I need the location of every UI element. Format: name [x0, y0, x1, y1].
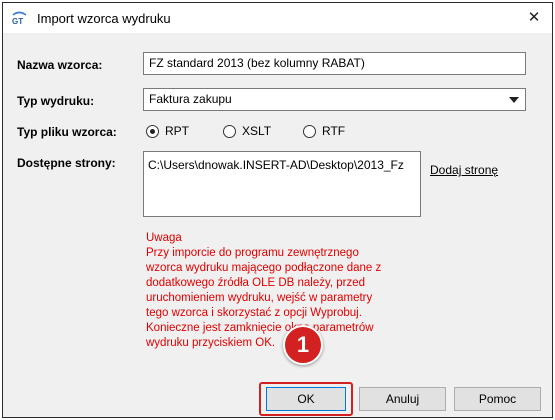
radio-rtf[interactable]: RTF	[303, 124, 345, 138]
radio-rtf-label: RTF	[322, 124, 346, 138]
warning-line: tego wzorca i skorzystać z opcji Wyprobu…	[146, 307, 362, 319]
radio-unchecked-icon	[223, 124, 236, 138]
help-button[interactable]: Pomoc	[454, 387, 541, 411]
close-button[interactable]: ✕	[522, 7, 546, 29]
warning-message: Uwaga Przy imporcie do programu zewnętrz…	[146, 231, 381, 351]
warning-line: wydruku przyciskiem OK.	[146, 337, 276, 349]
name-label: Nazwa wzorca:	[17, 58, 103, 72]
print-type-value: Faktura zakupu	[149, 92, 232, 106]
cancel-button[interactable]: Anuluj	[359, 387, 446, 411]
radio-xslt-label: XSLT	[242, 124, 272, 138]
warning-line: Konieczne jest zamknięcie okna parametró…	[146, 322, 374, 334]
name-input[interactable]: FZ standard 2013 (bez kolumny RABAT)	[143, 52, 526, 75]
print-type-select[interactable]: Faktura zakupu	[143, 88, 526, 111]
ok-button[interactable]: OK	[266, 387, 346, 411]
button-bar: OK Anuluj Pomoc	[3, 377, 552, 417]
radio-checked-icon	[146, 124, 159, 138]
svg-text:GT: GT	[12, 17, 23, 25]
pages-label: Dostępne strony:	[17, 156, 116, 170]
radio-rpt[interactable]: RPT	[146, 124, 189, 138]
import-dialog: GT Import wzorca wydruku ✕ Nazwa wzorca:…	[2, 2, 553, 418]
radio-unchecked-icon	[303, 124, 316, 138]
radio-xslt[interactable]: XSLT	[223, 124, 271, 138]
title-bar: GT Import wzorca wydruku ✕	[3, 3, 552, 33]
step-number-badge: 1	[283, 325, 323, 365]
window-title: Import wzorca wydruku	[37, 11, 171, 26]
warning-line: wzorca wydruku mającego podłączone dane …	[146, 262, 382, 274]
pages-list-item: C:\Users\dnowak.INSERT-AD\Desktop\2013_F…	[148, 158, 404, 172]
dialog-body: Nazwa wzorca: FZ standard 2013 (bez kolu…	[3, 33, 552, 417]
warning-title: Uwaga	[146, 232, 182, 244]
print-type-label: Typ wydruku:	[17, 94, 95, 108]
warning-line: dodatkowego źródła OLE DB należy, przed	[146, 277, 366, 289]
radio-rpt-label: RPT	[165, 124, 189, 138]
warning-line: uruchomieniem wydruku, wejść w parametry	[146, 292, 373, 304]
chevron-down-icon	[509, 97, 519, 103]
pages-list[interactable]: C:\Users\dnowak.INSERT-AD\Desktop\2013_F…	[143, 151, 421, 217]
warning-line: Przy imporcie do programu zewnętrznego	[146, 247, 359, 259]
app-logo-icon: GT	[12, 11, 27, 25]
add-page-link[interactable]: Dodaj stronę	[430, 163, 498, 177]
file-type-label: Typ pliku wzorca:	[17, 125, 117, 139]
